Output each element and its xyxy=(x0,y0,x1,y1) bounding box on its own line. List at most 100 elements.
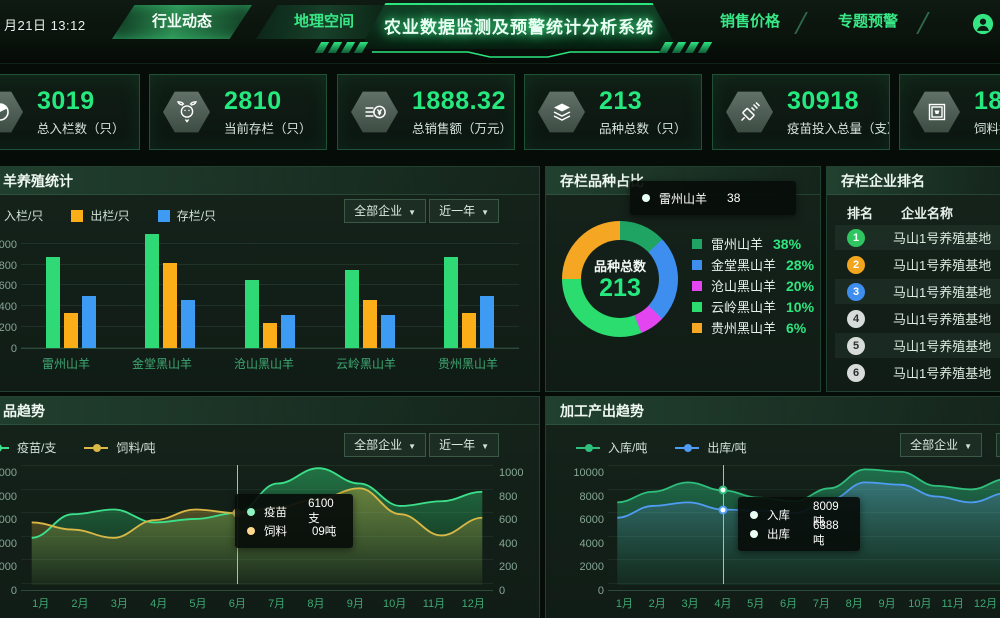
enterprise-filter-dropdown[interactable]: 全部企业▼ xyxy=(900,433,982,457)
bar-存栏/只[interactable] xyxy=(82,296,96,348)
bar-chart-plot[interactable] xyxy=(21,229,519,349)
x-axis-category: 雷州山羊 xyxy=(42,355,90,372)
kpi-card-vaccine-total: 30918 疫苗投入总量（支） xyxy=(712,74,890,150)
system-title-banner: 农业数据监测及预警统计分析系统 xyxy=(360,3,678,49)
y-axis-tick: 6000 xyxy=(580,514,604,526)
donut-chart[interactable]: 品种总数 213 xyxy=(562,221,678,337)
y-axis-tick: 4000 xyxy=(0,538,17,550)
y-axis-tick: 0 xyxy=(598,585,604,597)
bar-入栏/只[interactable] xyxy=(245,280,259,348)
bar-出栏/只[interactable] xyxy=(462,313,476,348)
enterprise-name: 马山1号养殖基地 xyxy=(893,255,991,274)
enterprise-filter-dropdown[interactable]: 全部企业 ▼ xyxy=(344,433,426,457)
ranking-row: 3马山1号养殖基地 xyxy=(835,279,1000,304)
bar-chart-categories: 雷州山羊金堂黑山羊沧山黑山羊云岭黑山羊贵州黑山羊 xyxy=(21,355,519,372)
legend-label: 饲料/吨 xyxy=(116,439,155,456)
x-axis-month: 10月 xyxy=(375,595,414,611)
datetime-label: 月21日 13:12 xyxy=(4,15,86,34)
line-chart-x-axis: 1月2月3月4月5月6月7月8月9月10月11月12月 xyxy=(21,595,493,611)
enterprise-filter-dropdown[interactable]: 全部企业▼ xyxy=(344,199,426,223)
donut-legend-item: 沧山黑山羊20% xyxy=(692,275,814,296)
donut-legend-item: 贵州黑山羊6% xyxy=(692,317,814,338)
legend-swatch xyxy=(692,239,702,249)
kpi-label: 饲料投入 xyxy=(974,118,1000,137)
bar-出栏/只[interactable] xyxy=(163,263,177,348)
nav-tab-sale-price[interactable]: 销售价格 xyxy=(702,5,798,39)
line-chart-plot[interactable]: 入库8009吨 出库6388吨 xyxy=(608,461,1000,591)
y-axis-tick: 6000 xyxy=(0,514,17,526)
bar-出栏/只[interactable] xyxy=(363,300,377,348)
bar-存栏/只[interactable] xyxy=(381,315,395,348)
bar-出栏/只[interactable] xyxy=(64,313,78,348)
rank-badge: 5 xyxy=(847,337,865,355)
x-axis-month: 6月 xyxy=(772,595,805,611)
column-header-name: 企业名称 xyxy=(901,203,953,222)
bar-group xyxy=(46,257,96,348)
x-axis-category: 贵州黑山羊 xyxy=(438,355,498,372)
legend-line-marker xyxy=(84,447,108,449)
donut-legend-item: 金堂黑山羊28% xyxy=(692,254,814,275)
legend-swatch xyxy=(692,281,702,291)
line-chart-plot[interactable]: 疫苗6100支 饲料09吨 xyxy=(21,461,493,591)
x-axis-month: 7月 xyxy=(257,595,296,611)
bar-入栏/只[interactable] xyxy=(444,257,458,348)
line-gridline xyxy=(608,489,1000,490)
nav-tab-industry-news[interactable]: 行业动态 xyxy=(112,5,252,39)
donut-tooltip: 雷州山羊 38 xyxy=(630,181,796,215)
chevron-down-icon: ▼ xyxy=(481,442,489,451)
bar-出栏/只[interactable] xyxy=(263,323,277,348)
y-axis-tick: 0 xyxy=(499,585,505,597)
tooltip-axis-line xyxy=(723,465,724,584)
tooltip-dot-icon xyxy=(750,530,758,538)
dropdown-value: 全部企业 xyxy=(910,438,958,452)
nav-tab-topic-warning[interactable]: 专题预警 xyxy=(820,5,916,39)
enterprise-name: 马山1号养殖基地 xyxy=(893,309,991,328)
x-axis-month: 12月 xyxy=(969,595,1000,611)
bar-gridline xyxy=(21,243,519,244)
bar-存栏/只[interactable] xyxy=(480,296,494,348)
time-range-dropdown[interactable]: 近一年▼ xyxy=(996,433,1000,457)
legend-item: 出库/吨 xyxy=(675,439,746,456)
panel-sheep-breeding-stats: 羊养殖统计 入栏/只 出栏/只 存栏/只 全部企业▼ 近一年▼ 02004006… xyxy=(0,166,540,392)
line-gridline xyxy=(608,465,1000,466)
legend-label: 云岭黑山羊 xyxy=(711,297,776,316)
x-axis-category: 金堂黑山羊 xyxy=(132,355,192,372)
user-avatar-icon[interactable] xyxy=(972,13,994,35)
legend-line-marker xyxy=(0,447,9,449)
kpi-value: 30918 xyxy=(787,88,889,115)
hover-dot xyxy=(719,505,728,514)
enterprise-name: 马山1号养殖基地 xyxy=(893,282,991,301)
bar-存栏/只[interactable] xyxy=(181,300,195,348)
x-axis-month: 12月 xyxy=(454,595,493,611)
time-range-dropdown[interactable]: 近一年▼ xyxy=(429,199,499,223)
y-axis-tick: 400 xyxy=(499,538,517,550)
x-axis-month: 5月 xyxy=(178,595,217,611)
bar-入栏/只[interactable] xyxy=(345,270,359,348)
kpi-label: 疫苗投入总量（支） xyxy=(787,118,889,137)
x-axis-month: 2月 xyxy=(60,595,99,611)
rank-badge: 1 xyxy=(847,229,865,247)
tooltip-value: 09吨 xyxy=(312,523,336,539)
ranking-row: 6马山1号养殖基地 xyxy=(835,360,1000,385)
line-gridline xyxy=(21,465,493,466)
bar-存栏/只[interactable] xyxy=(281,315,295,348)
y-axis-tick: 10000 xyxy=(573,467,604,479)
legend-swatch xyxy=(692,260,702,270)
x-axis-month: 6月 xyxy=(218,595,257,611)
kpi-card-breed-count: 213 品种总数（只） xyxy=(524,74,702,150)
kpi-label: 总销售额（万元） xyxy=(412,118,512,137)
feed-bag-icon xyxy=(913,89,960,136)
x-axis-month: 7月 xyxy=(805,595,838,611)
chevron-down-icon: ▼ xyxy=(408,442,416,451)
dropdown-value: 近一年 xyxy=(439,204,475,218)
rank-badge: 6 xyxy=(847,364,865,382)
bar-入栏/只[interactable] xyxy=(46,257,60,348)
time-range-dropdown[interactable]: 近一年▼ xyxy=(429,433,499,457)
legend-swatch xyxy=(158,210,170,222)
dropdown-value: 全部企业 xyxy=(354,438,402,452)
legend-item: 出栏/只 xyxy=(71,207,129,224)
bar-入栏/只[interactable] xyxy=(145,234,159,348)
kpi-value: 1888.32 xyxy=(412,88,512,115)
legend-line-marker xyxy=(576,447,600,449)
y-axis-tick: 600 xyxy=(499,514,517,526)
